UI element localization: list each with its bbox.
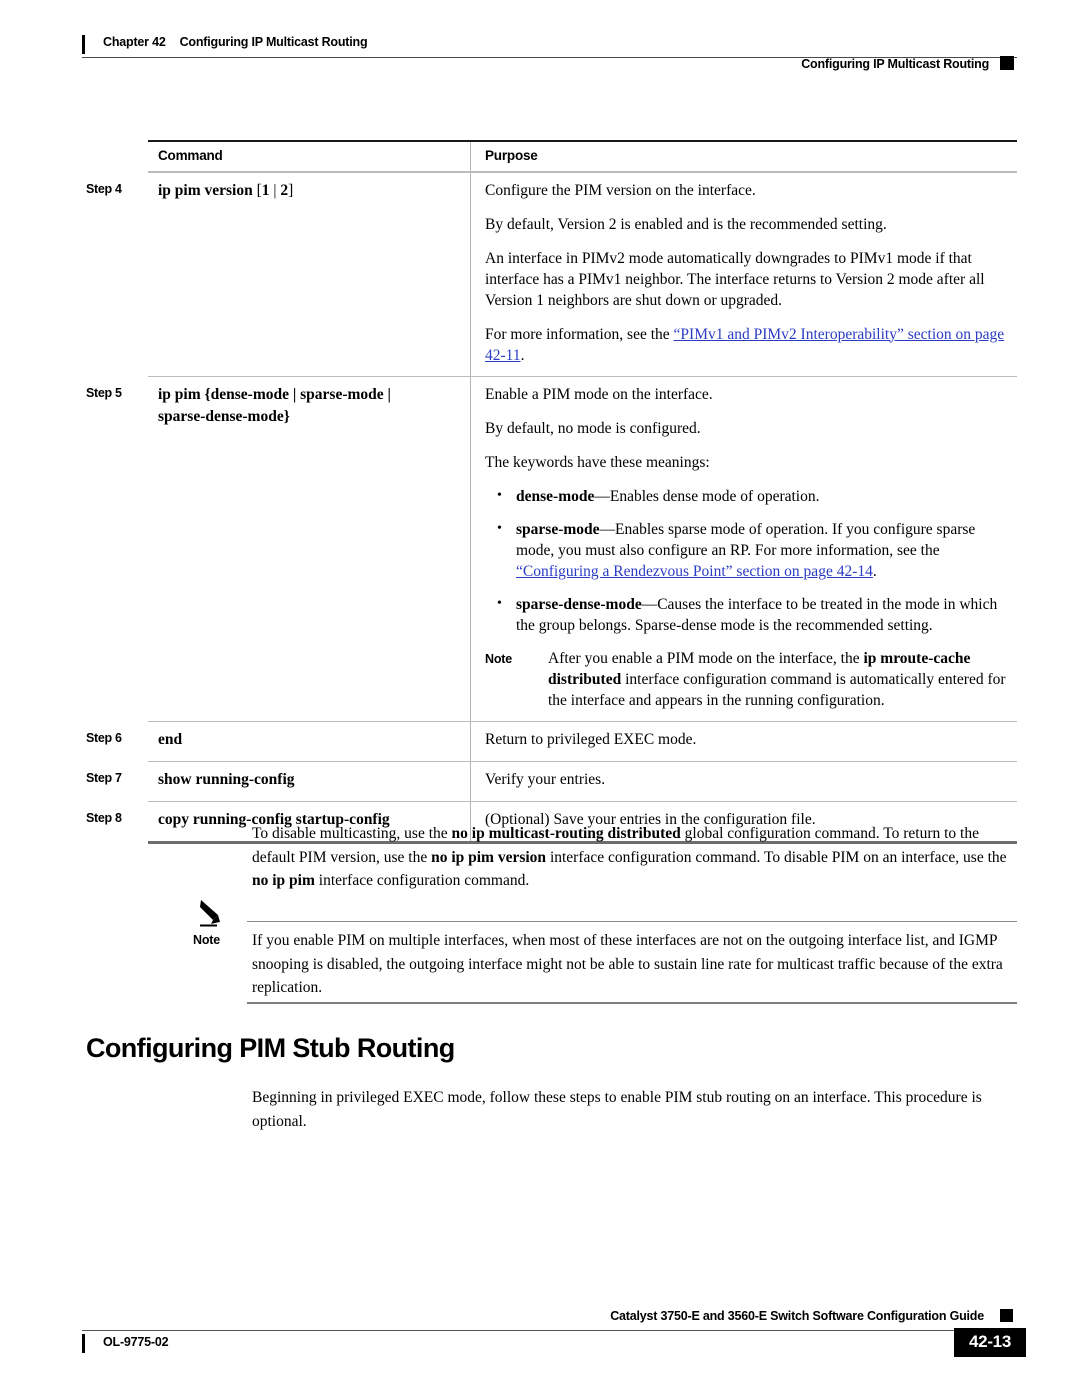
page-footer: Catalyst 3750-E and 3560-E Switch Softwa… xyxy=(0,1300,1080,1397)
purpose-step5-p2: By default, no mode is configured. xyxy=(485,419,701,437)
step-label-5: Step 5 xyxy=(86,385,122,400)
command-cell-step5: ip pim {dense-mode | sparse-mode | spars… xyxy=(148,377,470,721)
procedure-table: Command Purpose Step 4 ip pim version [1… xyxy=(86,140,1017,844)
command-cell-step6: end xyxy=(148,722,470,761)
table-header-row: Command Purpose xyxy=(148,142,1017,172)
command-step5-line2: sparse-dense-mode} xyxy=(158,407,290,425)
step-label-6: Step 6 xyxy=(86,730,122,745)
list-item: sparse-mode—Enables sparse mode of opera… xyxy=(485,518,1011,582)
step-label-8: Step 8 xyxy=(86,811,122,826)
purpose-step4-p3: An interface in PIMv2 mode automatically… xyxy=(485,249,985,309)
purpose-step4-p4-lead: For more information, see the xyxy=(485,325,674,343)
command-cell-step4: ip pim version [1 | 2] xyxy=(148,173,470,376)
keyword-dense-mode-text: —Enables dense mode of operation. xyxy=(594,487,820,505)
note-pencil-icon xyxy=(200,900,220,927)
purpose-step7: Verify your entries. xyxy=(485,771,606,789)
command-step4-close: ] xyxy=(288,181,294,199)
purpose-step5-p1: Enable a PIM mode on the interface. xyxy=(485,385,713,403)
footer-rule xyxy=(82,1330,1017,1332)
header-marker-square xyxy=(1000,56,1014,70)
command-step4-opt2: 2 xyxy=(280,181,289,199)
purpose-step4-p4: For more information, see the “PIMv1 and… xyxy=(485,324,1011,366)
footer-page-number: 42-13 xyxy=(954,1328,1026,1357)
section-heading-configuring-pim-stub-routing: Configuring PIM Stub Routing xyxy=(86,1033,455,1063)
note-label: Note xyxy=(193,933,220,947)
body-command-no-ip-multicast-routing: no ip multicast-routing distributed xyxy=(451,825,681,842)
command-text-step7: show running-config xyxy=(158,771,295,789)
purpose-cell-step7: Verify your entries. xyxy=(470,762,1017,802)
purpose-step6: Return to privileged EXEC mode. xyxy=(485,730,697,748)
footer-marker-square xyxy=(1000,1309,1013,1322)
header-running-title: Configuring IP Multicast Routing xyxy=(801,57,989,71)
inline-note-label: Note xyxy=(485,651,512,666)
purpose-step4-p2: By default, Version 2 is enabled and is … xyxy=(485,215,887,233)
section-intro-paragraph: Beginning in privileged EXEC mode, follo… xyxy=(252,1089,982,1130)
purpose-step4-p4-tail: . xyxy=(520,346,525,364)
keyword-sparse-dense-mode: sparse-dense-mode xyxy=(516,595,642,613)
command-step4-prefix: ip pim version xyxy=(158,181,253,199)
body-command-no-ip-pim: no ip pim xyxy=(252,872,315,889)
table-row-step7: Step 7 show running-config Verify your e… xyxy=(86,762,1017,802)
header-chapter: Chapter 42 Configuring IP Multicast Routi… xyxy=(103,35,368,49)
list-item: dense-mode—Enables dense mode of operati… xyxy=(485,485,1011,507)
inline-note-step5: Note After you enable a PIM mode on the i… xyxy=(485,648,1011,711)
keyword-sparse-mode: sparse-mode xyxy=(516,520,600,538)
command-text-step6: end xyxy=(158,730,183,748)
purpose-step4-p1: Configure the PIM version on the interfa… xyxy=(485,181,756,199)
keyword-list: dense-mode—Enables dense mode of operati… xyxy=(485,485,1011,636)
footer-guide-title: Catalyst 3750-E and 3560-E Switch Softwa… xyxy=(610,1309,984,1323)
step-label-7: Step 7 xyxy=(86,771,122,786)
link-configuring-rendezvous-point[interactable]: “Configuring a Rendezvous Point” section… xyxy=(516,563,873,580)
body-paragraph-disable-multicasting: To disable multicasting, use the no ip m… xyxy=(252,822,1017,893)
inline-note-lead: After you enable a PIM mode on the inter… xyxy=(548,649,864,667)
body-para1-d: interface configuration command. xyxy=(314,872,530,889)
body-command-no-ip-pim-version: no ip pim version xyxy=(431,848,547,866)
page-header: Chapter 42 Configuring IP Multicast Routi… xyxy=(0,0,1080,78)
keyword-dense-mode: dense-mode xyxy=(516,487,595,505)
purpose-cell-step6: Return to privileged EXEC mode. xyxy=(470,721,1017,761)
purpose-cell-step4: Configure the PIM version on the interfa… xyxy=(470,172,1017,376)
column-header-command: Command xyxy=(158,148,223,164)
table-row-step4: Step 4 ip pim version [1 | 2] Configure … xyxy=(86,172,1017,376)
table-row-step5: Step 5 ip pim {dense-mode | sparse-mode … xyxy=(86,376,1017,721)
table-header-command-cell: Command xyxy=(148,142,470,171)
column-header-purpose: Purpose xyxy=(485,148,538,164)
step-label-4: Step 4 xyxy=(86,181,122,196)
command-step4-opt1: 1 xyxy=(261,181,270,199)
table-header-purpose-cell: Purpose xyxy=(470,142,1017,172)
note-text: If you enable PIM on multiple interfaces… xyxy=(252,932,1003,996)
purpose-step5-p3: The keywords have these meanings: xyxy=(485,453,710,471)
header-chapter-title: Configuring IP Multicast Routing xyxy=(179,35,368,49)
command-step5-line1: ip pim {dense-mode | sparse-mode | xyxy=(158,385,391,403)
table-row-step6: Step 6 end Return to privileged EXEC mod… xyxy=(86,721,1017,761)
command-cell-step7: show running-config xyxy=(148,762,470,801)
list-item: sparse-dense-mode—Causes the interface t… xyxy=(485,593,1011,636)
header-chapter-number: Chapter 42 xyxy=(103,35,166,49)
footer-document-number: OL-9775-02 xyxy=(103,1335,169,1349)
command-step4-sep: | xyxy=(273,181,277,199)
purpose-cell-step5: Enable a PIM mode on the interface. By d… xyxy=(470,376,1017,721)
body-para1-c: interface configuration command. To disa… xyxy=(546,848,1007,866)
body-para1-a: To disable multicasting, use the xyxy=(252,825,452,842)
note-bottom-rule xyxy=(247,1002,1017,1004)
keyword-sparse-mode-tail: . xyxy=(872,562,877,580)
note-top-rule xyxy=(247,921,1017,923)
header-left-tick xyxy=(82,35,85,54)
command-text-step5: ip pim {dense-mode | sparse-mode | spars… xyxy=(158,384,458,428)
footer-left-tick xyxy=(82,1334,85,1353)
command-text-step4: ip pim version [1 | 2] xyxy=(158,180,458,202)
